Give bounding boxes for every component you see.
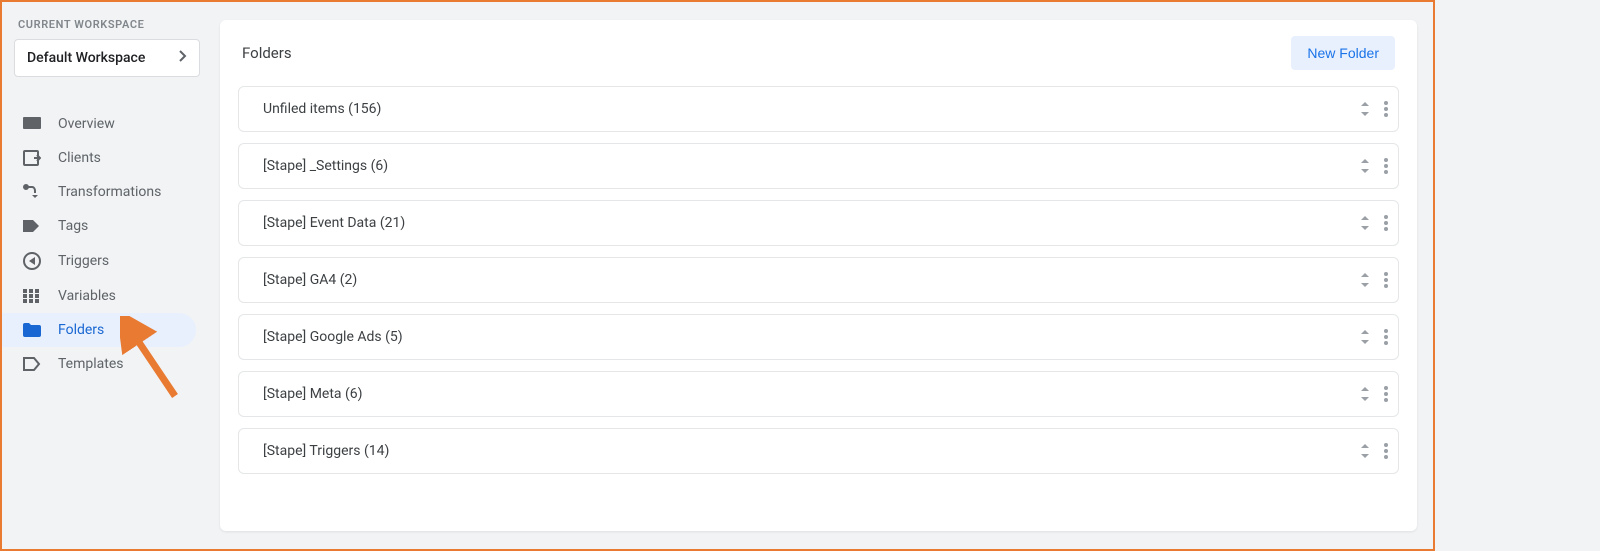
folder-actions xyxy=(1360,101,1388,117)
folder-row[interactable]: [Stape] Meta (6) xyxy=(238,371,1399,417)
templates-icon xyxy=(22,357,42,371)
folders-panel: Folders New Folder Unfiled items (156) [… xyxy=(220,20,1417,531)
folder-row[interactable]: [Stape] _Settings (6) xyxy=(238,143,1399,189)
folder-actions xyxy=(1360,443,1388,459)
folder-actions xyxy=(1360,215,1388,231)
workspace-section-label: CURRENT WORKSPACE xyxy=(2,14,212,39)
sidebar: CURRENT WORKSPACE Default Workspace Over… xyxy=(2,2,212,549)
tags-icon xyxy=(22,218,42,234)
folder-row[interactable]: Unfiled items (156) xyxy=(238,86,1399,132)
sort-up-down-icon[interactable] xyxy=(1360,101,1370,117)
chevron-right-icon xyxy=(179,50,187,66)
folder-row[interactable]: [Stape] Triggers (14) xyxy=(238,428,1399,474)
panel-header: Folders New Folder xyxy=(238,36,1399,70)
sidebar-item-label: Transformations xyxy=(58,184,161,200)
sort-up-down-icon[interactable] xyxy=(1360,329,1370,345)
sidebar-item-transformations[interactable]: Transformations xyxy=(2,175,196,209)
folder-row[interactable]: [Stape] Event Data (21) xyxy=(238,200,1399,246)
workspace-name: Default Workspace xyxy=(27,50,145,66)
sidebar-item-label: Clients xyxy=(58,150,101,166)
folder-actions xyxy=(1360,272,1388,288)
more-vertical-icon[interactable] xyxy=(1384,158,1388,174)
sidebar-item-templates[interactable]: Templates xyxy=(2,347,196,381)
new-folder-button[interactable]: New Folder xyxy=(1291,36,1395,70)
more-vertical-icon[interactable] xyxy=(1384,329,1388,345)
sidebar-item-tags[interactable]: Tags xyxy=(2,209,196,243)
folder-name: [Stape] GA4 (2) xyxy=(263,272,357,288)
sort-up-down-icon[interactable] xyxy=(1360,158,1370,174)
folder-actions xyxy=(1360,329,1388,345)
sidebar-nav: Overview Clients Transformations Tags xyxy=(2,107,212,381)
folder-name: [Stape] _Settings (6) xyxy=(263,158,388,174)
sort-up-down-icon[interactable] xyxy=(1360,272,1370,288)
clients-icon xyxy=(22,150,42,166)
panel-title: Folders xyxy=(242,44,292,62)
folder-actions xyxy=(1360,158,1388,174)
folder-list: Unfiled items (156) [Stape] _Settings (6… xyxy=(238,86,1399,474)
folder-row[interactable]: [Stape] GA4 (2) xyxy=(238,257,1399,303)
folder-name: Unfiled items (156) xyxy=(263,101,381,117)
triggers-icon xyxy=(22,252,42,270)
sidebar-item-label: Templates xyxy=(58,356,124,372)
folder-name: [Stape] Meta (6) xyxy=(263,386,363,402)
more-vertical-icon[interactable] xyxy=(1384,443,1388,459)
overview-icon xyxy=(22,117,42,131)
sidebar-item-clients[interactable]: Clients xyxy=(2,141,196,175)
folder-name: [Stape] Event Data (21) xyxy=(263,215,405,231)
sort-up-down-icon[interactable] xyxy=(1360,443,1370,459)
folder-row[interactable]: [Stape] Google Ads (5) xyxy=(238,314,1399,360)
workspace-selector[interactable]: Default Workspace xyxy=(14,39,200,77)
sidebar-item-label: Triggers xyxy=(58,253,109,269)
more-vertical-icon[interactable] xyxy=(1384,215,1388,231)
sidebar-item-label: Tags xyxy=(58,218,88,234)
folder-name: [Stape] Google Ads (5) xyxy=(263,329,403,345)
sidebar-item-label: Overview xyxy=(58,116,115,132)
sidebar-item-triggers[interactable]: Triggers xyxy=(2,243,196,279)
sidebar-item-label: Folders xyxy=(58,322,104,338)
sidebar-item-folders[interactable]: Folders xyxy=(2,313,196,347)
sidebar-item-label: Variables xyxy=(58,288,116,304)
more-vertical-icon[interactable] xyxy=(1384,386,1388,402)
sort-up-down-icon[interactable] xyxy=(1360,386,1370,402)
sidebar-item-overview[interactable]: Overview xyxy=(2,107,196,141)
folder-name: [Stape] Triggers (14) xyxy=(263,443,389,459)
more-vertical-icon[interactable] xyxy=(1384,272,1388,288)
sidebar-item-variables[interactable]: Variables xyxy=(2,279,196,313)
variables-icon xyxy=(22,289,42,303)
app-container: CURRENT WORKSPACE Default Workspace Over… xyxy=(0,0,1435,551)
folder-actions xyxy=(1360,386,1388,402)
sort-up-down-icon[interactable] xyxy=(1360,215,1370,231)
main-content: Folders New Folder Unfiled items (156) [… xyxy=(212,2,1433,549)
more-vertical-icon[interactable] xyxy=(1384,101,1388,117)
transformations-icon xyxy=(22,184,42,200)
folders-icon xyxy=(22,323,42,337)
